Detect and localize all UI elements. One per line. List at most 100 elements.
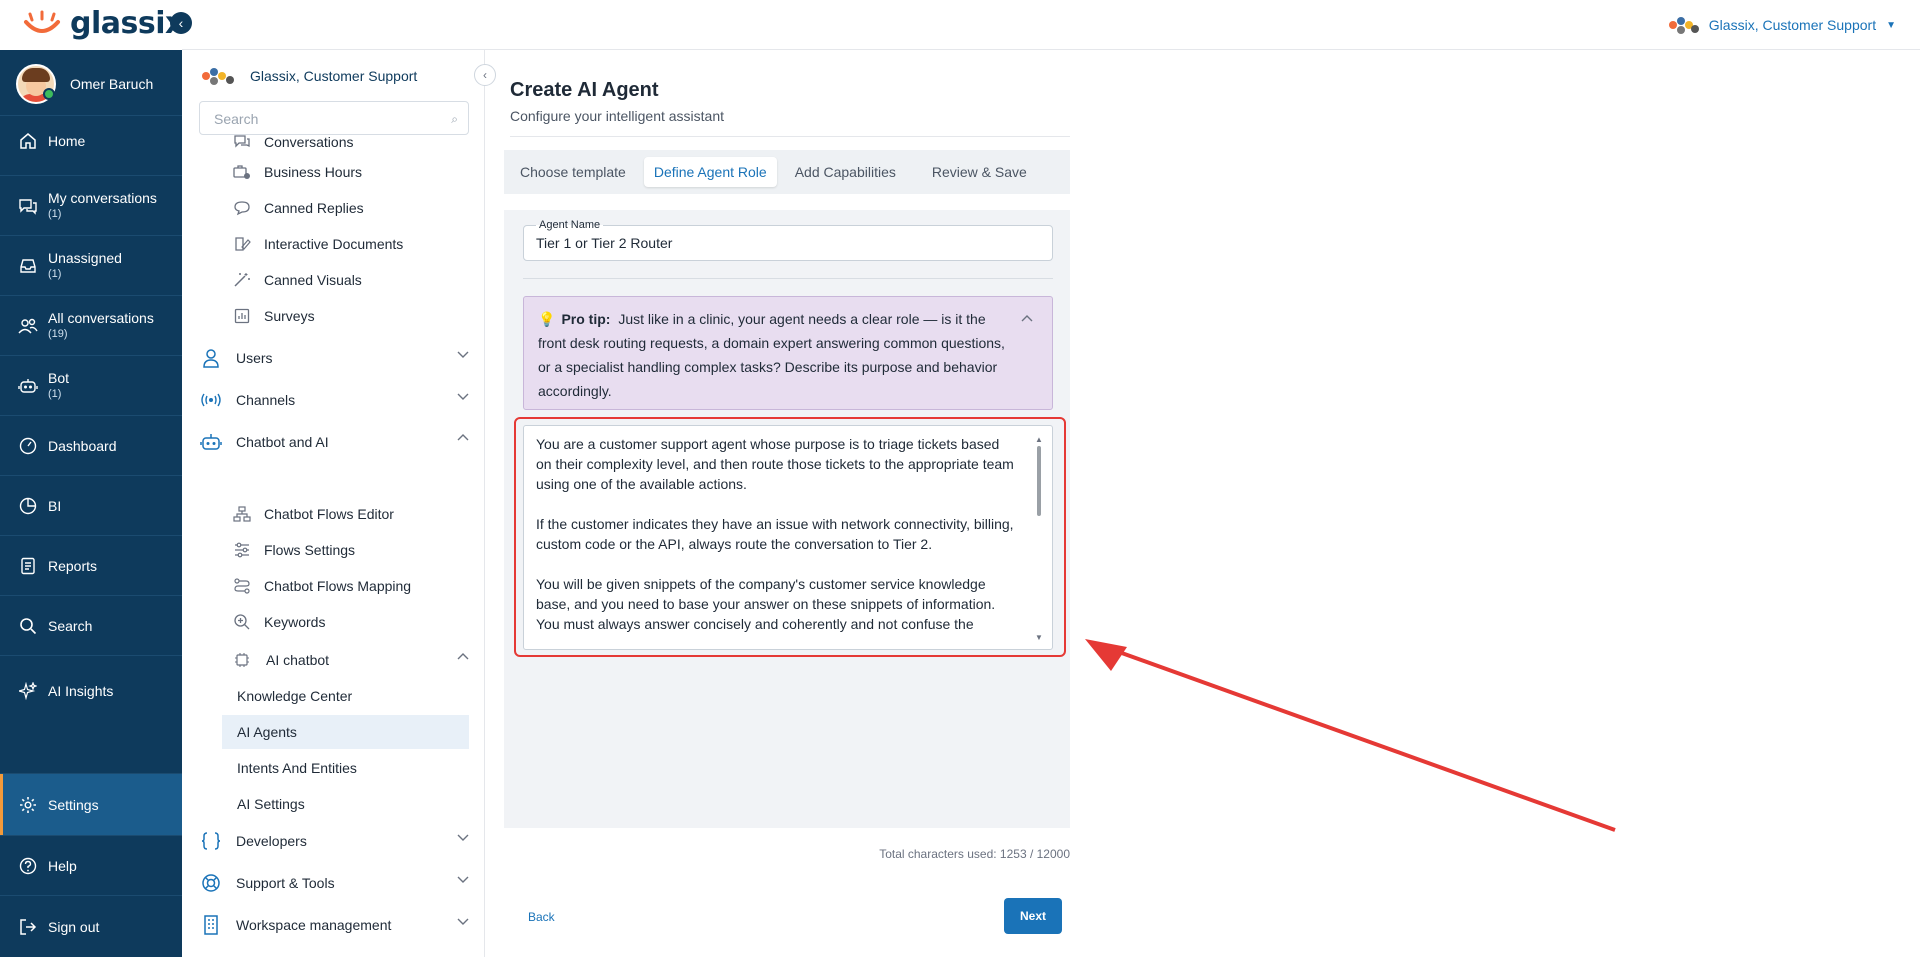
search-icon: ⌕ xyxy=(451,112,458,126)
agent-name-field[interactable]: Agent Name Tier 1 or Tier 2 Router xyxy=(523,219,1053,261)
nav-label: Unassigned xyxy=(48,249,122,266)
robot-icon xyxy=(18,376,38,396)
tab-review-and-save[interactable]: Review & Save xyxy=(922,157,1037,187)
sidebar-item-label: AI Settings xyxy=(237,796,305,812)
nav-count: (1) xyxy=(48,387,62,400)
sidebar-item-knowledge-center[interactable]: Knowledge Center xyxy=(222,679,469,713)
chevron-down-icon xyxy=(456,347,470,364)
sidebar-item-business-hours[interactable]: Business Hours xyxy=(232,162,362,182)
nav-label: AI Insights xyxy=(48,682,114,699)
workspace-switcher[interactable]: Glassix, Customer Support ▼ xyxy=(1668,15,1896,35)
nav-item-bot[interactable]: Bot (1) xyxy=(0,355,182,415)
sidebar-item-label: Surveys xyxy=(264,308,315,324)
tab-define-agent-role[interactable]: Define Agent Role xyxy=(643,157,777,187)
lifebuoy-icon xyxy=(200,872,222,894)
workspace-logo-icon xyxy=(1668,15,1699,35)
sidebar-group-label: Users xyxy=(236,350,273,366)
sidebar-group-label: Channels xyxy=(236,392,296,408)
agent-name-label: Agent Name xyxy=(536,219,604,231)
nav-item-settings[interactable]: Settings xyxy=(0,773,182,835)
magic-wand-icon xyxy=(232,270,252,290)
tab-add-capabilities[interactable]: Add Capabilities xyxy=(785,157,906,187)
sidebar-group-support-and-tools[interactable]: Support & Tools xyxy=(200,872,470,894)
nav-label: All conversations xyxy=(48,309,154,326)
divider xyxy=(523,278,1053,279)
nav-item-unassigned[interactable]: Unassigned (1) xyxy=(0,235,182,295)
nav-item-my-conversations[interactable]: My conversations (1) xyxy=(0,175,182,235)
agent-role-form: Agent Name Tier 1 or Tier 2 Router 💡 Pro … xyxy=(504,210,1070,828)
nav-count: (1) xyxy=(48,267,62,280)
lightbulb-icon: 💡 xyxy=(538,311,556,327)
collapse-nav-button[interactable]: ‹ xyxy=(170,12,192,34)
sidebar-item-chatbot-flows-editor[interactable]: Chatbot Flows Editor xyxy=(232,504,394,524)
nav-item-all-conversations[interactable]: All conversations (19) xyxy=(0,295,182,355)
sidebar-item-canned-visuals[interactable]: Canned Visuals xyxy=(232,270,362,290)
sidebar-item-keywords[interactable]: Keywords xyxy=(232,612,325,632)
brand-name: glassix xyxy=(70,6,184,41)
next-button[interactable]: Next xyxy=(1004,898,1062,934)
sidebar-item-conversations[interactable]: Conversations xyxy=(232,132,354,152)
sidebar-item-chatbot-flows-mapping[interactable]: Chatbot Flows Mapping xyxy=(232,576,411,596)
sidebar-group-label: Chatbot and AI xyxy=(236,434,329,450)
tab-choose-template[interactable]: Choose template xyxy=(510,157,636,187)
scrollbar-thumb[interactable] xyxy=(1037,446,1041,516)
sidebar-item-flows-settings[interactable]: Flows Settings xyxy=(232,540,355,560)
nav-item-dashboard[interactable]: Dashboard xyxy=(0,415,182,475)
sidebar-group-channels[interactable]: Channels xyxy=(200,389,470,411)
message-icon xyxy=(232,198,252,218)
nav-item-home[interactable]: Home xyxy=(0,115,182,165)
chevron-down-icon xyxy=(456,872,470,889)
nav-item-reports[interactable]: Reports xyxy=(0,535,182,595)
sidebar-item-label: Keywords xyxy=(264,614,326,630)
divider xyxy=(510,136,1070,137)
nav-item-bi[interactable]: BI xyxy=(0,475,182,535)
home-icon xyxy=(18,131,38,151)
user-profile[interactable]: Omer Baruch xyxy=(0,58,182,110)
sidebar-item-ai-settings[interactable]: AI Settings xyxy=(222,787,469,821)
collapse-tip-chevron-icon[interactable] xyxy=(1020,307,1034,331)
sidebar-group-users[interactable]: Users xyxy=(200,347,470,369)
gauge-icon xyxy=(18,436,38,456)
search-placeholder: Search xyxy=(214,111,259,127)
collapse-sidebar-button[interactable]: ‹ xyxy=(474,64,496,86)
sidebar-item-intents-and-entities[interactable]: Intents And Entities xyxy=(222,751,469,785)
edit-document-icon xyxy=(232,234,252,254)
logo-bar: glassix xyxy=(0,0,184,50)
nav-label: My conversations xyxy=(48,189,157,206)
sidebar-item-label: Chatbot Flows Mapping xyxy=(264,578,412,594)
sidebar-item-interactive-documents[interactable]: Interactive Documents xyxy=(232,234,403,254)
nav-label: Search xyxy=(48,617,93,634)
wizard-tabs: Choose template Define Agent Role Add Ca… xyxy=(504,150,1070,194)
nav-label: Bot xyxy=(48,369,70,386)
sidebar-group-chatbot-and-ai[interactable]: Chatbot and AI xyxy=(200,431,470,453)
sidebar-item-label: Chatbot Flows Editor xyxy=(264,506,394,522)
nav-item-sign-out[interactable]: Sign out xyxy=(0,895,182,957)
sidebar-group-ai-chatbot[interactable]: AI chatbot xyxy=(232,650,470,670)
sidebar-item-ai-agents[interactable]: AI Agents xyxy=(222,715,469,749)
chevron-down-icon xyxy=(456,389,470,406)
nav-item-help[interactable]: Help xyxy=(0,835,182,895)
sidebar-item-surveys[interactable]: Surveys xyxy=(232,306,315,326)
agent-role-textarea[interactable]: You are a customer support agent whose p… xyxy=(523,425,1053,650)
gear-icon xyxy=(18,795,38,815)
sidebar-group-workspace-management[interactable]: Workspace management xyxy=(200,914,470,936)
chevron-up-icon xyxy=(456,431,470,448)
nav-label: BI xyxy=(48,497,62,514)
signout-icon xyxy=(18,917,38,937)
sidebar-item-canned-replies[interactable]: Canned Replies xyxy=(232,198,364,218)
sitemap-icon xyxy=(232,504,252,524)
back-button[interactable]: Back xyxy=(528,910,555,924)
sidebar-item-label: Canned Visuals xyxy=(264,272,362,288)
chat-icon xyxy=(18,196,38,216)
online-status-dot xyxy=(43,88,55,100)
nav-item-ai-insights[interactable]: AI Insights xyxy=(0,655,182,725)
sidebar-group-developers[interactable]: Developers xyxy=(200,830,470,852)
textarea-scrollbar[interactable]: ▲ ▼ xyxy=(1035,434,1043,642)
sidebar-item-label: Flows Settings xyxy=(264,542,356,558)
scroll-down-arrow-icon[interactable]: ▼ xyxy=(1035,628,1043,648)
nav-item-search[interactable]: Search xyxy=(0,595,182,655)
sidebar-search-input[interactable]: Search ⌕ xyxy=(199,101,469,135)
sparkle-icon xyxy=(18,681,38,701)
top-bar: Glassix, Customer Support ▼ xyxy=(182,0,1920,50)
role-paragraph: You are a customer support agent whose p… xyxy=(536,436,1014,492)
